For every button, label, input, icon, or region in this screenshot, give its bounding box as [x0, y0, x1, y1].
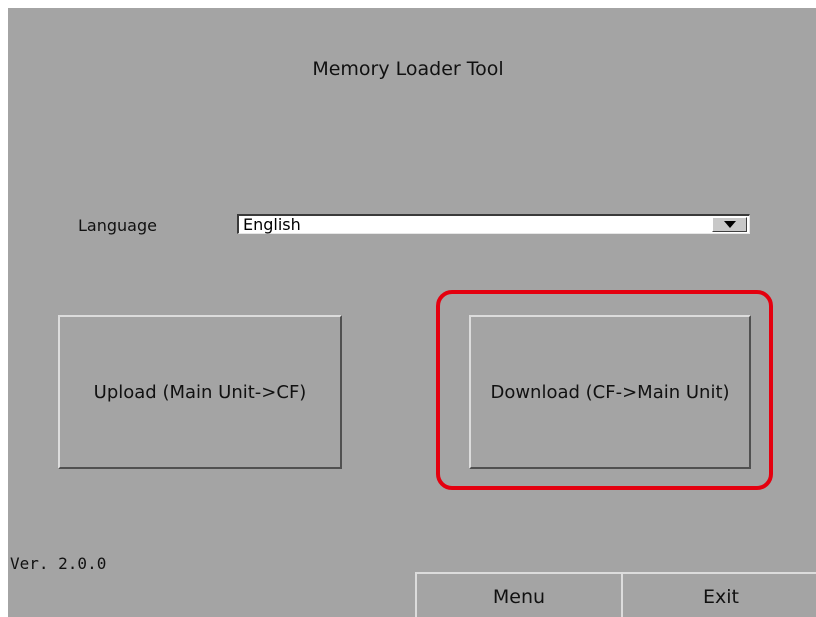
app-title: Memory Loader Tool — [312, 58, 504, 80]
version-text: Ver. 2.0.0 — [10, 554, 107, 573]
language-selected-value: English — [243, 215, 301, 234]
menu-button-label: Menu — [492, 586, 546, 608]
highlight-annotation — [436, 290, 773, 490]
upload-button-label: Upload (Main Unit->CF) — [93, 381, 307, 403]
language-select[interactable]: English — [237, 214, 750, 234]
menu-button[interactable]: Menu — [415, 572, 623, 617]
language-label: Language — [78, 216, 157, 235]
upload-button[interactable]: Upload (Main Unit->CF) — [58, 315, 342, 469]
dropdown-button[interactable] — [712, 217, 747, 232]
exit-button-label: Exit — [703, 586, 739, 608]
triangle-down-icon — [724, 221, 736, 228]
exit-button[interactable]: Exit — [621, 572, 816, 617]
app-screen: Memory Loader Tool Language English Uplo… — [8, 8, 816, 617]
